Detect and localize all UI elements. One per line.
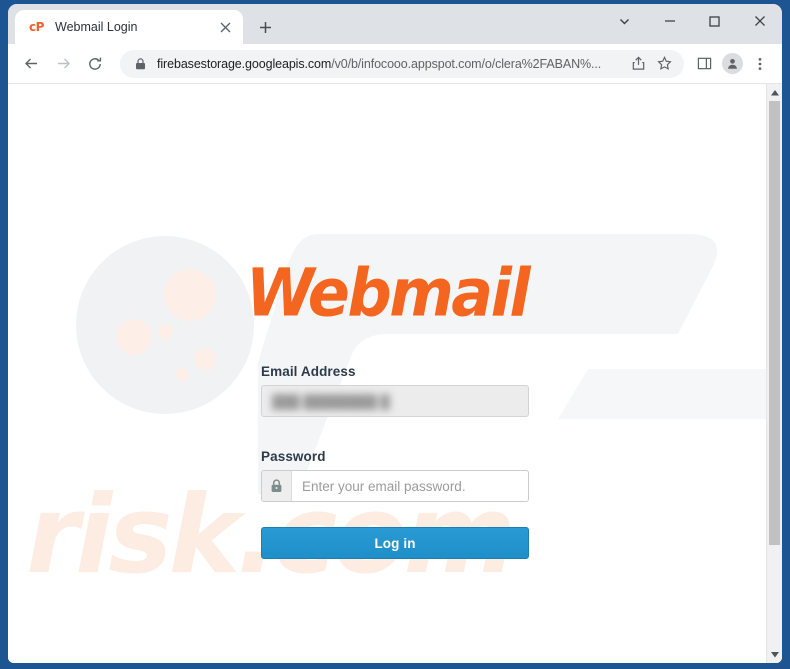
close-icon[interactable] xyxy=(737,4,782,38)
password-field-group xyxy=(261,470,529,502)
page-scrollbar[interactable] xyxy=(766,84,782,663)
side-panel-icon[interactable] xyxy=(690,49,718,79)
tab-title: Webmail Login xyxy=(55,20,138,34)
back-button-icon[interactable] xyxy=(16,49,46,79)
reload-button-icon[interactable] xyxy=(80,49,110,79)
browser-window: cP Webmail Login firebasestorage.googlea… xyxy=(8,4,782,663)
browser-toolbar: firebasestorage.googleapis.com/v0/b/info… xyxy=(8,44,782,84)
login-content: Webmail Email Address ███ ████████ █ Pas… xyxy=(8,84,766,663)
minimize-icon[interactable] xyxy=(647,4,692,38)
tab-close-icon[interactable] xyxy=(216,18,234,36)
cpanel-favicon-icon: cP xyxy=(29,20,44,34)
scrollbar-thumb[interactable] xyxy=(769,101,780,545)
url-domain: firebasestorage.googleapis.com xyxy=(157,56,332,71)
password-label: Password xyxy=(261,449,326,464)
webmail-logo: Webmail xyxy=(8,253,766,332)
webmail-login-page: risk.com Webmail Email Address ███ █████… xyxy=(8,84,766,663)
password-input[interactable] xyxy=(292,471,528,501)
scroll-down-arrow-icon[interactable] xyxy=(767,646,782,663)
profile-avatar-icon[interactable] xyxy=(718,49,746,79)
tab-search-chevron-down-icon[interactable] xyxy=(602,4,647,38)
maximize-icon[interactable] xyxy=(692,4,737,38)
site-security-lock-icon[interactable] xyxy=(132,56,148,72)
three-dot-menu-icon[interactable] xyxy=(746,49,774,79)
bookmark-star-icon[interactable] xyxy=(652,52,676,76)
address-bar[interactable]: firebasestorage.googleapis.com/v0/b/info… xyxy=(120,49,684,78)
browser-tab[interactable]: cP Webmail Login xyxy=(15,10,243,44)
avatar xyxy=(721,53,743,74)
login-form: Email Address ███ ████████ █ Password Lo… xyxy=(261,364,529,559)
field-spacer xyxy=(261,417,529,449)
window-controls xyxy=(602,4,782,38)
email-field[interactable]: ███ ████████ █ xyxy=(261,385,529,417)
forward-button-icon[interactable] xyxy=(48,49,78,79)
url-text: firebasestorage.googleapis.com/v0/b/info… xyxy=(157,57,624,71)
page-viewport: risk.com Webmail Email Address ███ █████… xyxy=(8,84,782,663)
scrollbar-track[interactable] xyxy=(767,101,782,646)
tab-strip: cP Webmail Login xyxy=(8,4,782,44)
lock-icon xyxy=(262,471,292,501)
share-icon[interactable] xyxy=(626,52,650,76)
url-path: /v0/b/infocooo.appspot.com/o/clera%2FABA… xyxy=(331,56,602,71)
new-tab-button[interactable] xyxy=(251,13,279,41)
email-label: Email Address xyxy=(261,364,356,379)
email-value: ███ ████████ █ xyxy=(272,393,390,409)
login-button[interactable]: Log in xyxy=(261,527,529,559)
webmail-logo-text: Webmail xyxy=(245,253,531,332)
scroll-up-arrow-icon[interactable] xyxy=(767,84,782,101)
